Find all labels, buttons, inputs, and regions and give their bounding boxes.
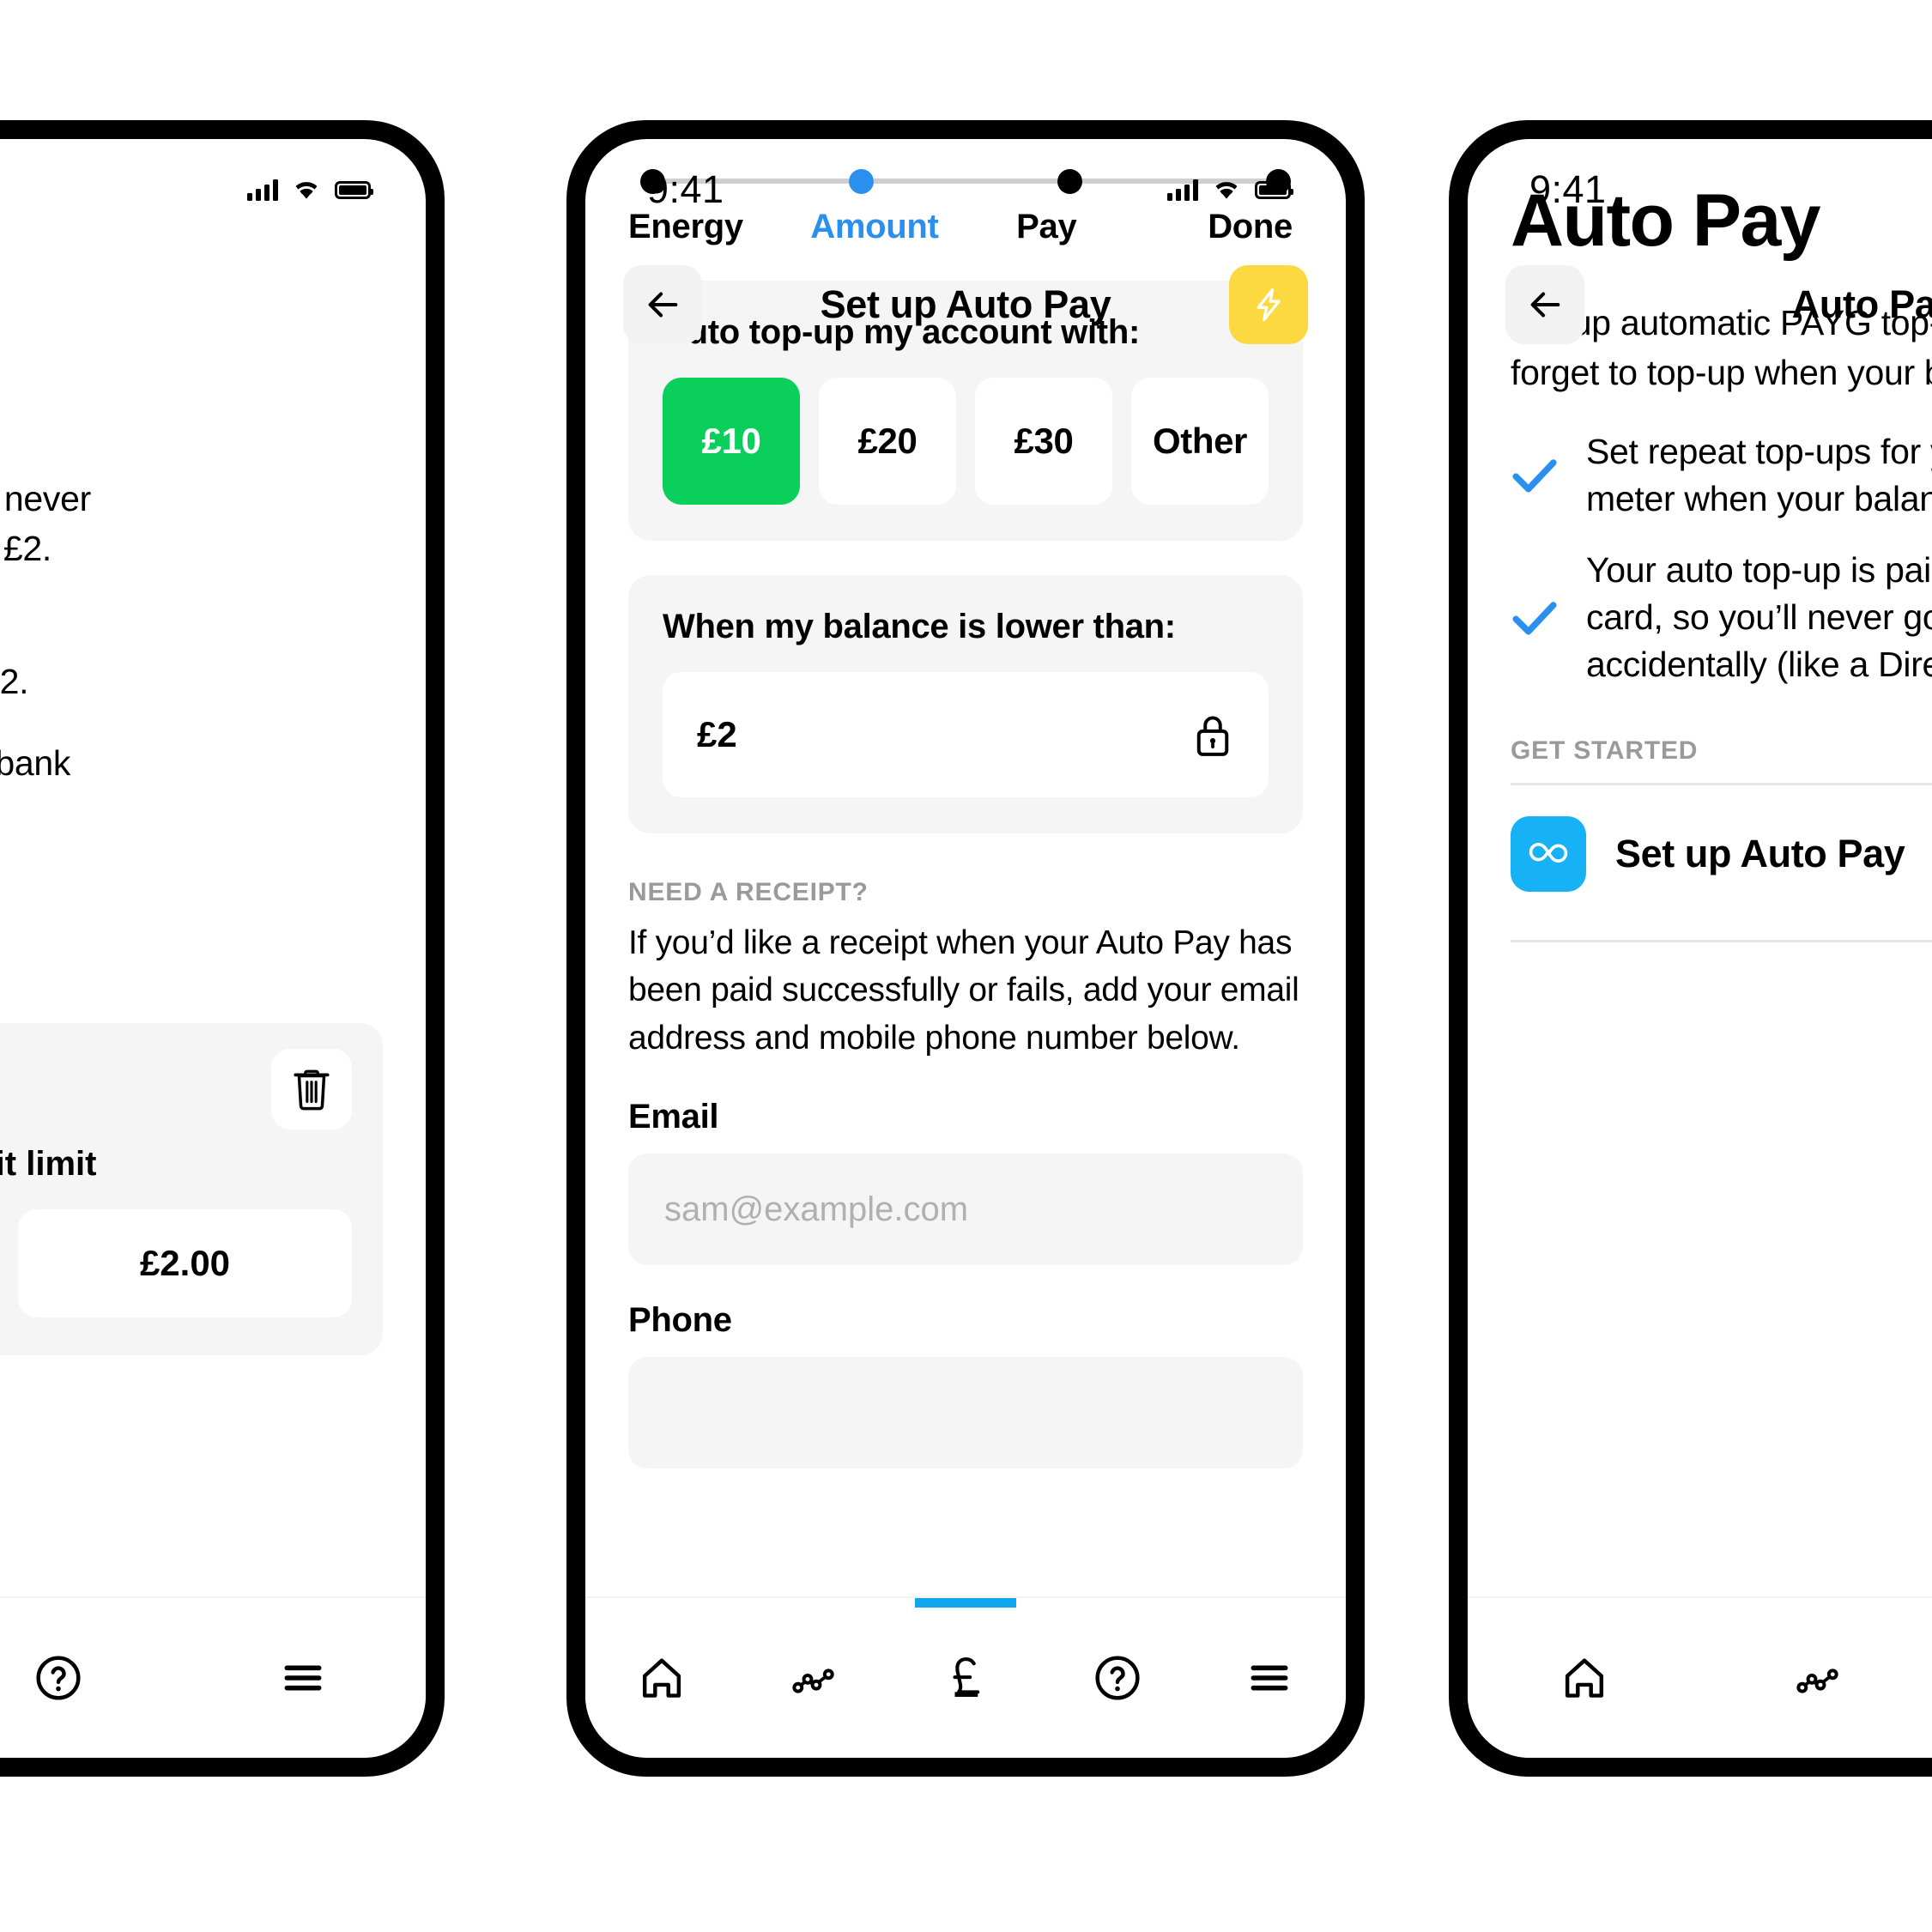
screenshot-stage: Auto Pay c PAYG top-ups so you never whe…: [0, 0, 1932, 1932]
email-input[interactable]: sam@example.com: [628, 1154, 1303, 1266]
signal-icon: [247, 179, 278, 201]
check-icon-wrap: [1511, 594, 1559, 642]
phone-input[interactable]: [628, 1357, 1303, 1469]
list-item: Set repeat top-ups for yo meter when you…: [1511, 428, 1932, 523]
list-item: Your auto top-up is paid card, so you’ll…: [1511, 547, 1932, 688]
nav-item-help[interactable]: [1042, 1598, 1194, 1758]
infinity-icon: [1529, 843, 1568, 863]
nav-item-menu[interactable]: [181, 1598, 426, 1758]
quick-action-button[interactable]: [1229, 265, 1308, 344]
signal-icon: [1167, 179, 1198, 201]
receipt-kicker: NEED A RECEIPT?: [628, 878, 869, 906]
nav-item-menu[interactable]: [1194, 1598, 1346, 1758]
page-title: Auto Pay: [1791, 282, 1932, 326]
lock-icon: [1196, 716, 1229, 756]
page-title: Set up Auto Pay: [820, 282, 1111, 326]
infinity-icon-wrap: [1511, 816, 1586, 893]
benefit-text: Set repeat top-ups for yo meter when you…: [1586, 432, 1932, 519]
menu-icon: [1251, 1665, 1288, 1691]
phone-left-appbar: Auto Pay: [0, 240, 426, 369]
wifi-icon: [295, 182, 318, 199]
phone-middle-bottom-nav: [585, 1596, 1346, 1758]
threshold-card: When my balance is lower than: £2: [628, 575, 1303, 833]
status-time: 9:41: [647, 167, 724, 211]
check-icon: [1512, 459, 1557, 493]
phone-middle: 9:41 Set up Auto Pay Energy Amount Pay D…: [566, 120, 1365, 1777]
get-started-label: GET STARTED: [1511, 736, 1699, 766]
phone-middle-screen: 9:41 Set up Auto Pay Energy Amount Pay D…: [585, 139, 1346, 1758]
set-up-auto-pay-row[interactable]: Set up Auto Pay: [1511, 785, 1932, 923]
status-bar: 9:41: [1468, 139, 1932, 240]
amount-options: £10 £20 £30 Other: [663, 378, 1269, 505]
amount-option-30[interactable]: £30: [975, 378, 1112, 505]
amount-option-other[interactable]: Other: [1131, 378, 1269, 505]
phone-middle-appbar: Set up Auto Pay: [585, 240, 1346, 369]
phone-left-paragraph: c PAYG top-ups so you never when your ba…: [3, 479, 91, 569]
email-label: Email: [628, 1098, 719, 1136]
menu-icon: [284, 1665, 322, 1691]
delete-button[interactable]: [271, 1049, 352, 1130]
threshold-input[interactable]: £2: [663, 672, 1269, 797]
battery-icon: [335, 180, 373, 199]
credit-limit-value[interactable]: £2.00: [18, 1209, 352, 1317]
phone-label: Phone: [628, 1301, 732, 1340]
phone-left-bullet-1: op-ups for your PAYG your balance reache…: [0, 662, 29, 702]
amount-option-10[interactable]: £10: [663, 378, 800, 505]
back-button[interactable]: [1505, 265, 1584, 344]
help-icon: [36, 1656, 81, 1700]
check-icon-wrap: [1511, 451, 1559, 500]
phone-left-credit-card-wrap: Credit limit £2.00: [0, 1023, 426, 1355]
usage-chart-icon: [792, 1669, 834, 1693]
status-icons: [247, 179, 373, 201]
divider: [1511, 940, 1932, 943]
threshold-title: When my balance is lower than:: [663, 608, 1176, 645]
lightning-bolt-icon: [1257, 288, 1281, 322]
benefit-text: Your auto top-up is paid card, so you’ll…: [1586, 550, 1932, 685]
receipt-body: If you’d like a receipt when your Auto P…: [628, 924, 1299, 1057]
arrow-left-icon: [1530, 292, 1560, 318]
arrow-left-icon: [648, 292, 678, 318]
home-icon: [642, 1658, 681, 1698]
set-up-auto-pay-label: Set up Auto Pay: [1615, 832, 1905, 876]
phone-left-screen: Auto Pay c PAYG top-ups so you never whe…: [0, 139, 426, 1758]
usage-chart-icon: [1796, 1669, 1838, 1693]
nav-item-home[interactable]: [585, 1598, 737, 1758]
battery-icon: [1255, 180, 1293, 199]
phone-right-screen: 9:41 Auto Pay Auto Pay Set up automatic …: [1468, 139, 1932, 1758]
phone-left-body: c PAYG top-ups so you never when your ba…: [0, 474, 426, 881]
pound-icon: [953, 1656, 980, 1697]
phone-right: 9:41 Auto Pay Auto Pay Set up automatic …: [1449, 120, 1932, 1777]
phone-right-appbar: Auto Pay: [1468, 240, 1932, 369]
trash-icon: [294, 1069, 330, 1111]
back-button[interactable]: [623, 265, 702, 344]
threshold-value: £2: [697, 714, 737, 754]
nav-item-usage[interactable]: [1701, 1598, 1932, 1758]
nav-item-pound[interactable]: [889, 1598, 1041, 1758]
nav-item-usage[interactable]: [737, 1598, 889, 1758]
credit-limit-title: Credit limit: [0, 1145, 97, 1183]
phone-right-bottom-nav: [1468, 1596, 1932, 1758]
benefit-list: Set repeat top-ups for yo meter when you…: [1511, 428, 1932, 688]
credit-limit-values: £2.00: [0, 1209, 352, 1317]
amount-option-20[interactable]: £20: [819, 378, 956, 505]
phone-left-bullet-2: op-up is paid with your bank ll never go…: [0, 743, 71, 784]
status-icons: [1167, 179, 1293, 201]
status-bar: 9:41: [585, 139, 1346, 240]
phone-left: Auto Pay c PAYG top-ups so you never whe…: [0, 120, 445, 1777]
status-bar: [0, 139, 426, 240]
phone-left-appbar-title: Auto Pay: [0, 282, 388, 327]
credit-limit-card: Credit limit £2.00: [0, 1023, 383, 1355]
phone-left-bottom-nav: [0, 1596, 426, 1758]
nav-item-help[interactable]: [0, 1598, 181, 1758]
wifi-icon: [1215, 182, 1238, 199]
phone-middle-content: Auto top-up my account with: £10 £20 £30…: [585, 281, 1346, 1469]
home-icon: [1565, 1658, 1604, 1698]
status-time: 9:41: [1529, 167, 1607, 211]
nav-active-indicator: [915, 1598, 1016, 1608]
help-icon: [1095, 1656, 1140, 1700]
check-icon: [1512, 602, 1557, 635]
nav-item-home[interactable]: [1468, 1598, 1701, 1758]
